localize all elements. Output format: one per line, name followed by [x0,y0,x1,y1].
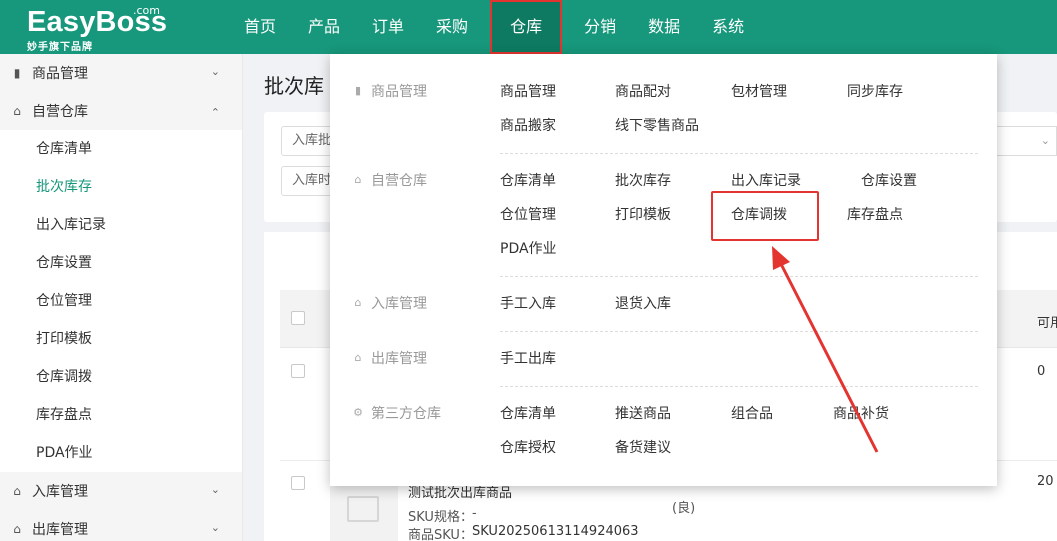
menu-item-manual-inbound[interactable]: 手工入库 [500,293,556,313]
row-checkbox[interactable] [291,476,305,490]
menu-item-bundle-products[interactable]: 组合品 [731,403,773,423]
nav-home[interactable]: 首页 [228,0,292,54]
section-divider [500,386,978,387]
menu-item-packaging-management[interactable]: 包材管理 [731,81,787,101]
menu-item-stocking-suggestions[interactable]: 备货建议 [615,437,671,457]
sidebar-group-label: 商品管理 [32,66,88,82]
chevron-up-icon: ⌃ [210,106,220,119]
quality-status: (良) [672,501,696,516]
chevron-down-icon: ⌄ [210,65,220,78]
logo-tagline: 妙手旗下品牌 [27,42,93,53]
dropdown-category-outbound-management: ⌂ 出库管理 [352,348,428,368]
menu-item-warehouse-settings[interactable]: 仓库设置 [861,170,917,190]
inbound-icon: ⌂ [354,296,362,309]
sidebar-item-inout-records[interactable]: 出入库记录 [0,206,242,244]
menu-item-return-inbound[interactable]: 退货入库 [615,293,671,313]
sidebar-group-outbound-management[interactable]: ⌂ 出库管理 ⌄ [0,510,242,541]
section-divider [500,331,978,332]
chevron-down-icon: ⌄ [1040,134,1050,147]
nav-orders[interactable]: 订单 [356,0,420,54]
sidebar-group-label: 入库管理 [32,484,88,500]
nav-distribution[interactable]: 分销 [568,0,632,54]
menu-item-inout-records[interactable]: 出入库记录 [731,170,801,190]
nav-data[interactable]: 数据 [632,0,696,54]
product-sku-label: 商品SKU： [408,528,473,541]
sku-spec-label: SKU规格： [408,510,473,525]
nav-purchase[interactable]: 采购 [420,0,484,54]
top-navigation-bar: EasyBoss .com 妙手旗下品牌 首页 产品 订单 采购 仓库 分销 数… [0,0,1057,54]
category-label: 入库管理 [371,296,427,312]
filter-select-right[interactable]: ⌄ [997,126,1057,156]
menu-item-sync-inventory[interactable]: 同步库存 [847,81,903,101]
outbound-icon: ⌂ [354,351,362,364]
sidebar-group-inbound-management[interactable]: ⌂ 入库管理 ⌄ [0,472,242,510]
row-checkbox[interactable] [291,364,305,378]
menu-item-warehouse-list[interactable]: 仓库清单 [500,170,556,190]
nav-system[interactable]: 系统 [696,0,760,54]
easyboss-logo[interactable]: EasyBoss .com 妙手旗下品牌 [27,4,167,53]
dropdown-category-inbound-management: ⌂ 入库管理 [352,293,428,313]
row-available-value: 0 [1037,364,1046,379]
clipboard-icon: ▮ [13,66,21,80]
menu-item-product-management[interactable]: 商品管理 [500,81,556,101]
column-available: 可用 [1037,316,1057,331]
dropdown-category-own-warehouse: ⌂ 自营仓库 [352,170,428,190]
product-sku-value: SKU20250613114924063 [472,524,639,539]
sidebar-group-product-management[interactable]: ▮ 商品管理 ⌄ [0,54,242,92]
menu-item-offline-retail[interactable]: 线下零售商品 [615,115,699,135]
inbound-icon: ⌂ [13,484,21,498]
main-nav: 首页 产品 订单 采购 仓库 分销 数据 系统 [228,0,760,54]
sku-spec-value: - [472,506,477,521]
sidebar: ▮ 商品管理 ⌄ ⌂ 自营仓库 ⌃ 仓库清单 批次库存 出入库记录 仓库设置 仓… [0,54,243,541]
menu-item-third-party-warehouse-list[interactable]: 仓库清单 [500,403,556,423]
category-label: 第三方仓库 [371,406,441,422]
category-label: 自营仓库 [371,173,427,189]
menu-item-product-matching[interactable]: 商品配对 [615,81,671,101]
menu-item-stocktaking[interactable]: 库存盘点 [847,204,903,224]
nav-products[interactable]: 产品 [292,0,356,54]
menu-item-location-management[interactable]: 仓位管理 [500,204,556,224]
row-available-value: 20 [1037,474,1054,489]
section-divider [500,153,978,154]
sidebar-group-label: 出库管理 [32,522,88,538]
page-title: 批次库 [264,74,324,98]
chevron-down-icon: ⌄ [210,521,220,534]
highlight-annotation-box [711,191,819,241]
sidebar-item-location-management[interactable]: 仓位管理 [0,282,242,320]
menu-item-warehouse-authorization[interactable]: 仓库授权 [500,437,556,457]
chevron-down-icon: ⌄ [210,483,220,496]
select-all-checkbox[interactable] [291,311,305,325]
menu-item-product-replenishment[interactable]: 商品补货 [833,403,889,423]
image-placeholder-icon [347,496,379,522]
sidebar-group-own-warehouse[interactable]: ⌂ 自营仓库 ⌃ [0,92,242,130]
menu-item-batch-inventory[interactable]: 批次库存 [615,170,671,190]
menu-item-product-migration[interactable]: 商品搬家 [500,115,556,135]
category-label: 出库管理 [371,351,427,367]
menu-item-manual-outbound[interactable]: 手工出库 [500,348,556,368]
sidebar-item-batch-inventory[interactable]: 批次库存 [0,168,242,206]
sidebar-group-label: 自营仓库 [32,104,88,120]
clipboard-icon: ▮ [354,84,362,97]
menu-item-pda-operations[interactable]: PDA作业 [500,238,557,258]
third-party-icon: ⚙ [353,406,363,419]
dropdown-category-third-party-warehouse: ⚙ 第三方仓库 [352,403,441,423]
sidebar-item-stocktaking[interactable]: 库存盘点 [0,396,242,434]
outbound-icon: ⌂ [13,522,21,536]
sidebar-item-print-templates[interactable]: 打印模板 [0,320,242,358]
sidebar-item-warehouse-settings[interactable]: 仓库设置 [0,244,242,282]
dropdown-category-product-management: ▮ 商品管理 [352,81,427,101]
section-divider [500,276,978,277]
sidebar-item-warehouse-transfer[interactable]: 仓库调拨 [0,358,242,396]
logo-com: .com [133,4,160,17]
sidebar-item-pda-operations[interactable]: PDA作业 [0,434,242,472]
menu-item-print-templates[interactable]: 打印模板 [615,204,671,224]
warehouse-icon: ⌂ [354,173,362,186]
warehouse-icon: ⌂ [13,104,21,118]
category-label: 商品管理 [371,84,427,100]
sidebar-item-warehouse-list[interactable]: 仓库清单 [0,130,242,168]
warehouse-dropdown-menu: ▮ 商品管理 商品管理 商品配对 包材管理 同步库存 商品搬家 线下零售商品 ⌂… [330,54,997,486]
menu-item-push-products[interactable]: 推送商品 [615,403,671,423]
nav-warehouse[interactable]: 仓库 [490,0,563,54]
